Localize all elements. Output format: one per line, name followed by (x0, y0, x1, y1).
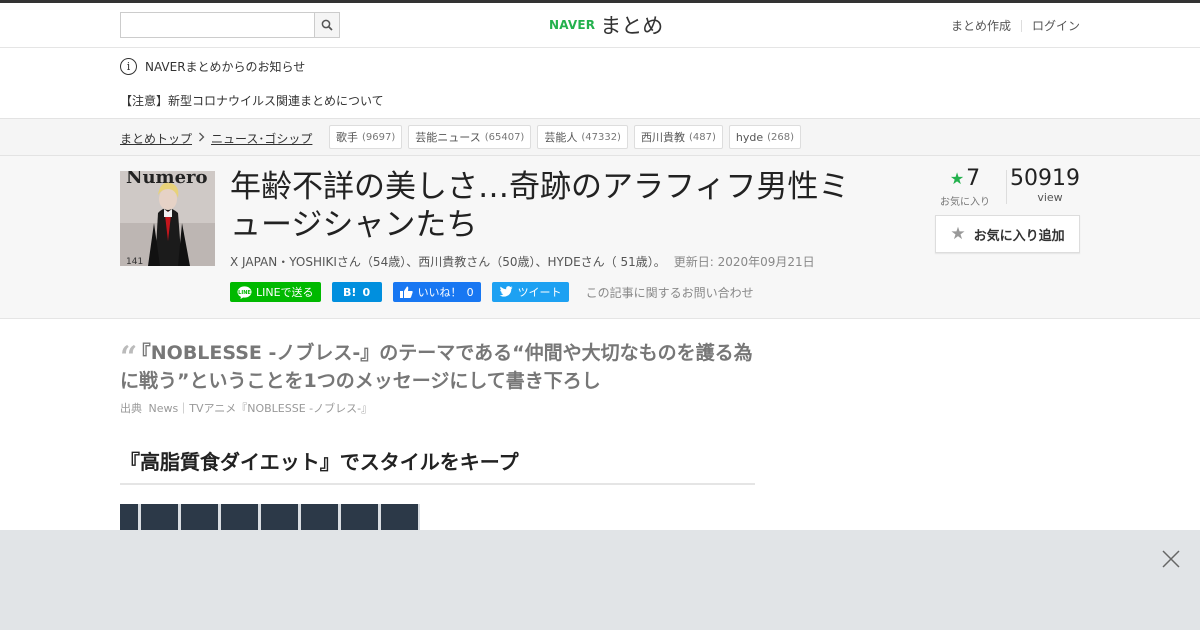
thumbs-up-icon (399, 286, 413, 298)
svg-text:LINE: LINE (238, 290, 251, 296)
tag-singer[interactable]: 歌手 (9697) (329, 125, 403, 149)
quote-source: 出典 News｜TVアニメ『NOBLESSE -ノブレス-』 (120, 400, 755, 416)
ad-banner (0, 530, 1200, 630)
tag-list: 歌手 (9697) 芸能ニュース (65407) 芸能人 (47332) 西川貴教 (4… (329, 125, 807, 149)
thumb-issue: 141 (126, 257, 143, 266)
breadcrumb-bar: まとめトップ ニュース･ゴシップ 歌手 (9697) 芸能ニュース (65407) … (0, 118, 1200, 156)
tag-count: (268) (767, 131, 794, 143)
tag-label: 歌手 (336, 131, 358, 144)
notice-announcement-text: NAVERまとめからのお知らせ (145, 60, 306, 74)
tag-entertainment-news[interactable]: 芸能ニュース (65407) (408, 125, 532, 149)
add-favorite-button[interactable]: ★ お気に入り追加 (935, 215, 1080, 253)
tag-label: 西川貴教 (640, 131, 685, 144)
favorites-counter: ★ 7 お気に入り (935, 166, 995, 208)
search-box (120, 12, 340, 38)
search-icon (321, 19, 333, 31)
tag-hyde[interactable]: hyde (268) (728, 125, 801, 149)
header-divider (1020, 19, 1022, 32)
facebook-like-label: いいね！ (417, 286, 462, 299)
view-count: 50919 (1010, 166, 1080, 191)
stats-divider (1006, 170, 1007, 204)
source-label: 出典 (120, 402, 142, 415)
tweet-label: ツイート (517, 286, 562, 299)
tag-count: (65407) (484, 131, 525, 143)
tweet-button[interactable]: ツイート (491, 282, 569, 302)
search-button[interactable] (314, 13, 339, 37)
tag-label: hyde (735, 130, 764, 144)
tag-celebrity[interactable]: 芸能人 (47332) (537, 125, 628, 149)
section-heading: 『高脂質食ダイエット』でスタイルをキープ (120, 446, 755, 485)
site-header: NAVER まとめ まとめ作成 ログイン (0, 3, 1200, 48)
magazine-cover-image: Numero 141 (120, 171, 215, 266)
page: NAVER まとめ まとめ作成 ログイン i NAVERまとめからのお知らせ 【… (0, 0, 1200, 630)
header-links: まとめ作成 ログイン (951, 17, 1080, 34)
hatena-bookmark-button[interactable]: B! 0 (331, 282, 382, 302)
line-share-label: LINEで送る (256, 286, 314, 299)
source-link[interactable]: News｜TVアニメ『NOBLESSE -ノブレス-』 (149, 402, 373, 415)
quote-text-row: “『NOBLESSE -ノブレス-』のテーマである“仲間や大切なものを護る為に戦… (120, 340, 755, 394)
facebook-like-count: 0 (466, 285, 474, 299)
login-link[interactable]: ログイン (1032, 17, 1080, 34)
star-outline-icon: ★ (950, 224, 966, 244)
site-logo[interactable]: NAVER まとめ (549, 11, 663, 39)
facebook-like-button[interactable]: いいね！ 0 (392, 282, 481, 302)
article-thumbnail[interactable]: Numero 141 (120, 171, 215, 266)
logo-matome-text: まとめ (600, 14, 664, 38)
quote-text: 『NOBLESSE -ノブレス-』のテーマである“仲間や大切なものを護る為に戦う… (120, 342, 753, 392)
share-buttons: LINE LINEで送る B! 0 いいね！ 0 ツイート この記事に関するお問… (230, 282, 754, 302)
notice-corona-link[interactable]: 【注意】新型コロナウイルス関連まとめについて (120, 92, 384, 109)
notice-announcement[interactable]: i NAVERまとめからのお知らせ (120, 58, 305, 75)
tag-nishikawa[interactable]: 西川貴教 (487) (633, 125, 723, 149)
article-header: Numero 141 年齢不詳の美しさ…奇跡のアラフィフ男性ミュージシャンたち … (0, 156, 1200, 319)
breadcrumb: まとめトップ ニュース･ゴシップ (120, 130, 312, 147)
hatena-count: 0 (362, 285, 371, 299)
favorites-count-row: ★ 7 (935, 166, 995, 191)
view-counter: 50919 view (1010, 166, 1080, 204)
article-title: 年齢不詳の美しさ…奇跡のアラフィフ男性ミュージシャンたち (230, 169, 850, 243)
updated-date: 更新日: 2020年09月21日 (673, 255, 815, 269)
quote-block: “『NOBLESSE -ノブレス-』のテーマである“仲間や大切なものを護る為に戦… (120, 340, 755, 416)
tag-count: (487) (688, 131, 716, 143)
article-contact-link[interactable]: この記事に関するお問い合わせ (586, 284, 754, 301)
favorites-count: 7 (966, 166, 981, 191)
info-icon: i (120, 58, 137, 75)
close-icon (1162, 550, 1180, 568)
article-description: X JAPAN・YOSHIKIさん（54歳）、西川貴教さん（50歳）、HYDEさ… (230, 255, 666, 269)
tag-label: 芸能人 (544, 131, 578, 144)
ad-close-button[interactable] (1160, 548, 1182, 570)
add-favorite-label: お気に入り追加 (973, 228, 1065, 244)
twitter-bird-icon (498, 286, 513, 297)
search-input[interactable] (121, 13, 315, 37)
breadcrumb-matome-top[interactable]: まとめトップ (120, 130, 192, 147)
tag-count: (47332) (581, 131, 621, 143)
chevron-right-icon (198, 132, 205, 145)
hatena-icon: B! (343, 285, 357, 299)
logo-naver-text: NAVER (549, 18, 596, 32)
tag-label: 芸能ニュース (415, 131, 481, 144)
line-icon: LINE (237, 285, 252, 299)
favorites-label: お気に入り (940, 197, 990, 208)
line-share-button[interactable]: LINE LINEで送る (230, 282, 321, 302)
create-matome-link[interactable]: まとめ作成 (951, 17, 1011, 34)
tag-count: (9697) (362, 131, 396, 143)
view-label: view (1037, 191, 1063, 204)
article-photo[interactable] (120, 504, 420, 530)
article-byline: X JAPAN・YOSHIKIさん（54歳）、西川貴教さん（50歳）、HYDEさ… (230, 253, 815, 270)
breadcrumb-news-gossip[interactable]: ニュース･ゴシップ (211, 130, 312, 147)
star-icon: ★ (949, 169, 965, 188)
